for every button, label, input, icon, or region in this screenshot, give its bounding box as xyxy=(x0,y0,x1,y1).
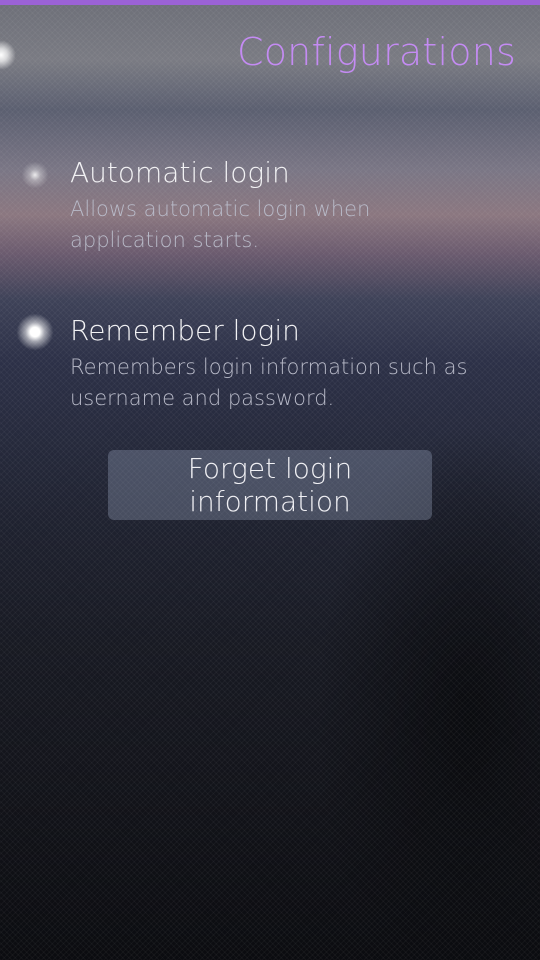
remember-login-label: Remember login xyxy=(70,314,300,347)
pulley-menu-indicator-bar xyxy=(0,0,540,5)
automatic-login-description: Allows automatic login when application … xyxy=(70,197,371,252)
switch-on-indicator-icon[interactable] xyxy=(14,311,56,353)
automatic-login-label: Automatic login xyxy=(70,156,290,189)
remember-login-switch[interactable]: Remember login Remembers login informati… xyxy=(0,310,540,420)
forget-login-button[interactable]: Forget login information xyxy=(108,450,432,520)
page-title: Configurations xyxy=(237,30,516,74)
remember-login-description: Remembers login information such as user… xyxy=(70,355,468,410)
automatic-login-switch[interactable]: Automatic login Allows automatic login w… xyxy=(0,150,540,260)
switch-off-indicator-icon[interactable] xyxy=(14,154,56,196)
